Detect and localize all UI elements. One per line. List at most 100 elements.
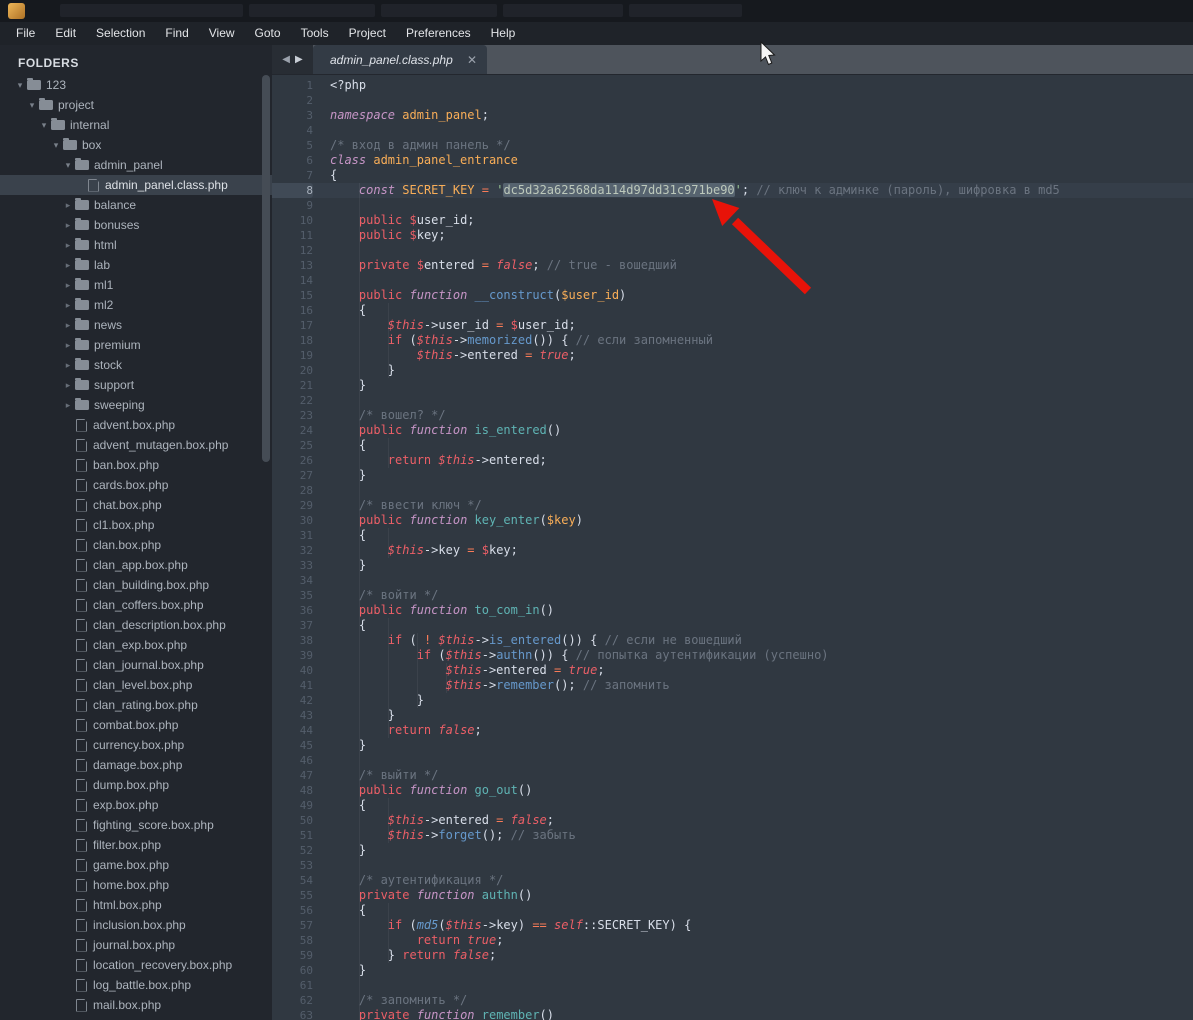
menu-item-find[interactable]: Find: [155, 22, 198, 45]
sidebar-file-clan-exp-box-php[interactable]: clan_exp.box.php: [0, 635, 272, 655]
code-line-1[interactable]: 1<?php: [272, 78, 1193, 93]
code-line-37[interactable]: 37 {: [272, 618, 1193, 633]
sidebar-file-clan-box-php[interactable]: clan.box.php: [0, 535, 272, 555]
code-line-39[interactable]: 39 if ($this->authn()) { // попытка ауте…: [272, 648, 1193, 663]
code-line-49[interactable]: 49 {: [272, 798, 1193, 813]
chevron-right-icon[interactable]: ▸: [62, 320, 74, 331]
code-line-6[interactable]: 6class admin_panel_entrance: [272, 153, 1193, 168]
chevron-down-icon[interactable]: ▾: [26, 100, 38, 111]
sidebar-file-filter-box-php[interactable]: filter.box.php: [0, 835, 272, 855]
sidebar-file-clan-description-box-php[interactable]: clan_description.box.php: [0, 615, 272, 635]
sidebar-folder-box[interactable]: ▾box: [0, 135, 272, 155]
code-line-47[interactable]: 47 /* выйти */: [272, 768, 1193, 783]
menu-item-help[interactable]: Help: [481, 22, 526, 45]
sidebar-folder-support[interactable]: ▸support: [0, 375, 272, 395]
code-line-22[interactable]: 22: [272, 393, 1193, 408]
sidebar-file-cl1-box-php[interactable]: cl1.box.php: [0, 515, 272, 535]
code-line-33[interactable]: 33 }: [272, 558, 1193, 573]
sidebar-file-fighting-score-box-php[interactable]: fighting_score.box.php: [0, 815, 272, 835]
sidebar-folder-stock[interactable]: ▸stock: [0, 355, 272, 375]
chevron-right-icon[interactable]: ▸: [62, 220, 74, 231]
code-line-11[interactable]: 11 public $key;: [272, 228, 1193, 243]
code-line-50[interactable]: 50 $this->entered = false;: [272, 813, 1193, 828]
code-line-17[interactable]: 17 $this->user_id = $user_id;: [272, 318, 1193, 333]
sidebar-file-admin-panel-class-php[interactable]: admin_panel.class.php: [0, 175, 272, 195]
sidebar-folder-html[interactable]: ▸html: [0, 235, 272, 255]
sidebar-folder-bonuses[interactable]: ▸bonuses: [0, 215, 272, 235]
menu-item-tools[interactable]: Tools: [291, 22, 339, 45]
code-line-23[interactable]: 23 /* вошел? */: [272, 408, 1193, 423]
sidebar-folder-ml2[interactable]: ▸ml2: [0, 295, 272, 315]
sidebar-file-clan-coffers-box-php[interactable]: clan_coffers.box.php: [0, 595, 272, 615]
sidebar-file-location-recovery-box-php[interactable]: location_recovery.box.php: [0, 955, 272, 975]
code-line-40[interactable]: 40 $this->entered = true;: [272, 663, 1193, 678]
code-line-19[interactable]: 19 $this->entered = true;: [272, 348, 1193, 363]
code-line-43[interactable]: 43 }: [272, 708, 1193, 723]
code-line-62[interactable]: 62 /* запомнить */: [272, 993, 1193, 1008]
code-line-57[interactable]: 57 if (md5($this->key) == self::SECRET_K…: [272, 918, 1193, 933]
code-line-44[interactable]: 44 return false;: [272, 723, 1193, 738]
tab-admin-panel-class-php[interactable]: admin_panel.class.php ✕: [313, 45, 487, 74]
code-line-61[interactable]: 61: [272, 978, 1193, 993]
sidebar-file-clan-app-box-php[interactable]: clan_app.box.php: [0, 555, 272, 575]
menu-item-goto[interactable]: Goto: [245, 22, 291, 45]
menu-item-preferences[interactable]: Preferences: [396, 22, 481, 45]
code-line-4[interactable]: 4: [272, 123, 1193, 138]
code-line-46[interactable]: 46: [272, 753, 1193, 768]
secret-key-selection[interactable]: dc5d32a62568da114d97dd31c971be90: [503, 183, 734, 197]
sidebar-folder-internal[interactable]: ▾internal: [0, 115, 272, 135]
code-line-7[interactable]: 7{: [272, 168, 1193, 183]
sidebar-folder-lab[interactable]: ▸lab: [0, 255, 272, 275]
code-line-16[interactable]: 16 {: [272, 303, 1193, 318]
sidebar-file-clan-level-box-php[interactable]: clan_level.box.php: [0, 675, 272, 695]
next-tab-icon[interactable]: ▶: [295, 54, 303, 65]
code-line-38[interactable]: 38 if ( ! $this->is_entered()) { // если…: [272, 633, 1193, 648]
code-line-53[interactable]: 53: [272, 858, 1193, 873]
code-line-63[interactable]: 63 private function remember(): [272, 1008, 1193, 1020]
sidebar-file-cards-box-php[interactable]: cards.box.php: [0, 475, 272, 495]
chevron-right-icon[interactable]: ▸: [62, 360, 74, 371]
code-line-21[interactable]: 21 }: [272, 378, 1193, 393]
chevron-down-icon[interactable]: ▾: [38, 120, 50, 131]
sidebar-file-dump-box-php[interactable]: dump.box.php: [0, 775, 272, 795]
sidebar-file-advent-mutagen-box-php[interactable]: advent_mutagen.box.php: [0, 435, 272, 455]
chevron-right-icon[interactable]: ▸: [62, 260, 74, 271]
sidebar-scrollbar[interactable]: [262, 75, 270, 462]
code-line-51[interactable]: 51 $this->forget(); // забыть: [272, 828, 1193, 843]
menu-item-edit[interactable]: Edit: [45, 22, 86, 45]
sidebar-file-game-box-php[interactable]: game.box.php: [0, 855, 272, 875]
chevron-down-icon[interactable]: ▾: [62, 160, 74, 171]
tab-close-icon[interactable]: ✕: [459, 53, 477, 67]
sidebar-folder-premium[interactable]: ▸premium: [0, 335, 272, 355]
menu-item-view[interactable]: View: [199, 22, 245, 45]
code-line-32[interactable]: 32 $this->key = $key;: [272, 543, 1193, 558]
code-line-48[interactable]: 48 public function go_out(): [272, 783, 1193, 798]
code-line-30[interactable]: 30 public function key_enter($key): [272, 513, 1193, 528]
chevron-right-icon[interactable]: ▸: [62, 280, 74, 291]
code-line-5[interactable]: 5/* вход в админ панель */: [272, 138, 1193, 153]
code-line-54[interactable]: 54 /* аутентификация */: [272, 873, 1193, 888]
chevron-right-icon[interactable]: ▸: [62, 240, 74, 251]
code-line-31[interactable]: 31 {: [272, 528, 1193, 543]
sidebar-folder-sweeping[interactable]: ▸sweeping: [0, 395, 272, 415]
menu-item-selection[interactable]: Selection: [86, 22, 155, 45]
sidebar-file-mail-box-php[interactable]: mail.box.php: [0, 995, 272, 1015]
code-line-35[interactable]: 35 /* войти */: [272, 588, 1193, 603]
sidebar-file-clan-building-box-php[interactable]: clan_building.box.php: [0, 575, 272, 595]
sidebar-file-home-box-php[interactable]: home.box.php: [0, 875, 272, 895]
code-line-58[interactable]: 58 return true;: [272, 933, 1193, 948]
code-line-15[interactable]: 15 public function __construct($user_id): [272, 288, 1193, 303]
chevron-right-icon[interactable]: ▸: [62, 380, 74, 391]
code-line-13[interactable]: 13 private $entered = false; // true - в…: [272, 258, 1193, 273]
sidebar-folder-ml1[interactable]: ▸ml1: [0, 275, 272, 295]
sidebar-file-inclusion-box-php[interactable]: inclusion.box.php: [0, 915, 272, 935]
sidebar-folder-news[interactable]: ▸news: [0, 315, 272, 335]
code-line-45[interactable]: 45 }: [272, 738, 1193, 753]
sidebar-file-clan-journal-box-php[interactable]: clan_journal.box.php: [0, 655, 272, 675]
code-line-26[interactable]: 26 return $this->entered;: [272, 453, 1193, 468]
sidebar-file-exp-box-php[interactable]: exp.box.php: [0, 795, 272, 815]
code-line-41[interactable]: 41 $this->remember(); // запомнить: [272, 678, 1193, 693]
prev-tab-icon[interactable]: ◀: [282, 54, 290, 65]
code-line-9[interactable]: 9: [272, 198, 1193, 213]
sidebar-file-html-box-php[interactable]: html.box.php: [0, 895, 272, 915]
